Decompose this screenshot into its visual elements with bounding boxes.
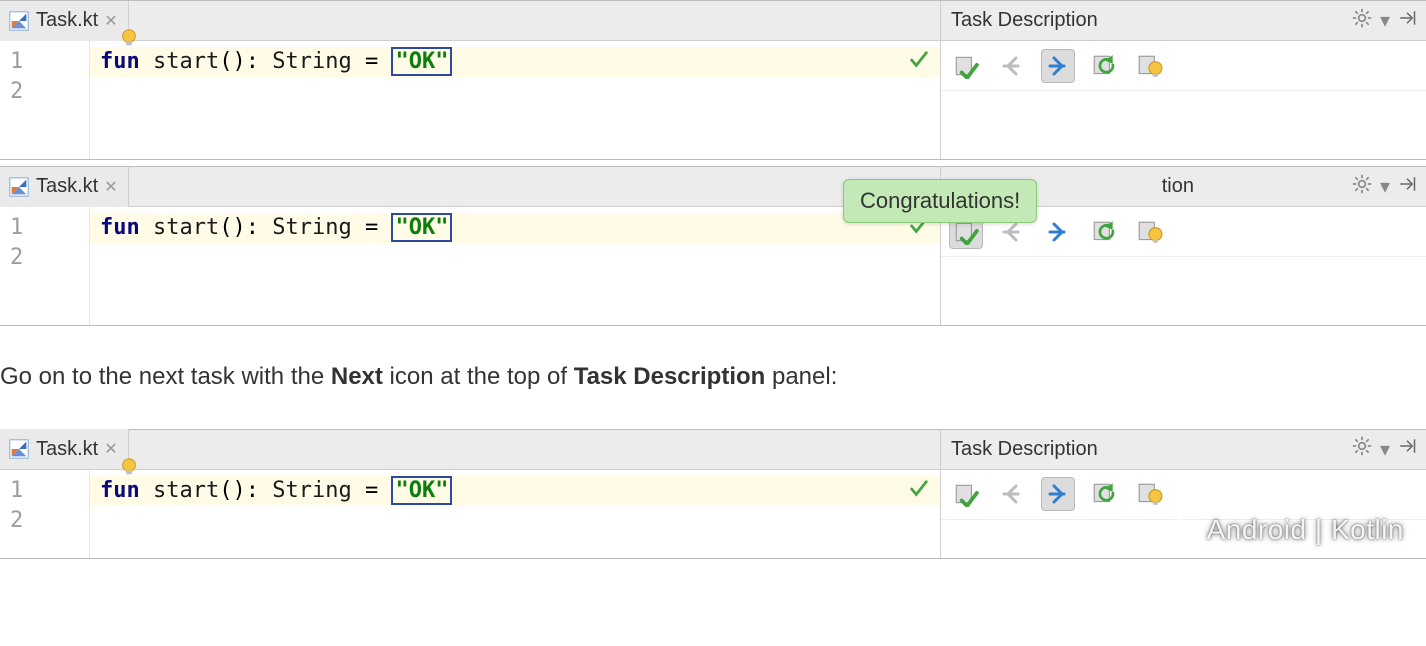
congratulations-tooltip: Congratulations!: [843, 179, 1037, 223]
kotlin-file-icon: [8, 10, 30, 32]
intention-bulb-icon[interactable]: [118, 456, 140, 478]
close-tab-icon[interactable]: ✕: [104, 439, 117, 459]
panel-title: Task Description: [951, 9, 1344, 32]
editor-pane: Task.kt ✕ 1 2 fun start(): String = "OK": [0, 430, 941, 558]
code-line: [90, 243, 940, 273]
prev-task-button[interactable]: [995, 49, 1029, 83]
chevron-down-icon[interactable]: ▾: [1380, 8, 1390, 33]
prev-task-button[interactable]: [995, 477, 1029, 511]
editor-area[interactable]: 1 2 fun start(): String = "OK": [0, 470, 940, 558]
close-tab-icon[interactable]: ✕: [104, 177, 117, 197]
tab-bar: Task.kt ✕: [0, 167, 940, 207]
ide-block-1: Task.kt ✕ 1 2 fun start(): String = "OK": [0, 0, 1426, 160]
check-task-button[interactable]: [949, 477, 983, 511]
task-toolbar: [941, 41, 1426, 91]
code-line: fun start(): String = "OK": [90, 47, 940, 77]
status-check-icon: [908, 49, 930, 77]
tab-filename: Task.kt: [36, 9, 98, 32]
gear-icon[interactable]: [1352, 436, 1372, 462]
task-description-panel: Task Description ▾: [941, 1, 1426, 159]
status-check-icon: [908, 478, 930, 506]
kotlin-file-icon: [8, 176, 30, 198]
collapse-icon[interactable]: [1398, 437, 1416, 461]
reset-task-button[interactable]: [1087, 477, 1121, 511]
tab-filename: Task.kt: [36, 175, 98, 198]
file-tab[interactable]: Task.kt ✕: [0, 167, 129, 207]
tab-bar: Task.kt ✕: [0, 430, 940, 470]
ide-block-2: Task.kt ✕ 1 2 fun start(): String = "OK"…: [0, 166, 1426, 326]
next-task-button[interactable]: [1041, 49, 1075, 83]
ide-block-3: Task.kt ✕ 1 2 fun start(): String = "OK": [0, 429, 1426, 559]
line-number: 1: [0, 213, 89, 243]
task-description-header: Task Description ▾: [941, 1, 1426, 41]
hint-button[interactable]: [1133, 215, 1167, 249]
close-tab-icon[interactable]: ✕: [104, 11, 117, 31]
code-line: [90, 77, 940, 107]
line-gutter: 1 2: [0, 470, 90, 558]
tab-bar: Task.kt ✕: [0, 1, 940, 41]
gear-icon[interactable]: [1352, 8, 1372, 34]
code-line: fun start(): String = "OK": [90, 213, 940, 243]
panel-title: Task Description: [951, 438, 1344, 461]
line-number: 2: [0, 506, 89, 536]
line-number: 2: [0, 77, 89, 107]
intention-bulb-icon[interactable]: [118, 27, 140, 49]
collapse-icon[interactable]: [1398, 9, 1416, 33]
file-tab[interactable]: Task.kt ✕: [0, 429, 129, 469]
editor-area[interactable]: 1 2 fun start(): String = "OK": [0, 41, 940, 159]
hint-button[interactable]: [1133, 49, 1167, 83]
gear-icon[interactable]: [1352, 174, 1372, 200]
next-task-button[interactable]: [1041, 477, 1075, 511]
line-number: 1: [0, 476, 89, 506]
editor-area[interactable]: 1 2 fun start(): String = "OK": [0, 207, 940, 325]
line-gutter: 1 2: [0, 207, 90, 325]
line-gutter: 1 2: [0, 41, 90, 159]
reset-task-button[interactable]: [1087, 215, 1121, 249]
editor-pane: Task.kt ✕ 1 2 fun start(): String = "OK": [0, 1, 941, 159]
code-line: fun start(): String = "OK": [90, 476, 940, 506]
line-number: 2: [0, 243, 89, 273]
check-task-button[interactable]: [949, 49, 983, 83]
code-content[interactable]: fun start(): String = "OK": [90, 470, 940, 558]
code-line: [90, 506, 940, 536]
task-description-header: Task Description ▾: [941, 430, 1426, 470]
instruction-text: Go on to the next task with the Next ico…: [0, 326, 1426, 429]
chevron-down-icon[interactable]: ▾: [1380, 437, 1390, 462]
file-tab[interactable]: Task.kt ✕: [0, 1, 129, 41]
editor-pane: Task.kt ✕ 1 2 fun start(): String = "OK": [0, 167, 941, 325]
hint-button[interactable]: [1133, 477, 1167, 511]
line-number: 1: [0, 47, 89, 77]
watermark: Android | Kotlin: [1165, 514, 1404, 546]
tab-filename: Task.kt: [36, 438, 98, 461]
task-toolbar: [941, 470, 1426, 520]
code-content[interactable]: fun start(): String = "OK": [90, 41, 940, 159]
code-content[interactable]: fun start(): String = "OK": [90, 207, 940, 325]
chevron-down-icon[interactable]: ▾: [1380, 174, 1390, 199]
collapse-icon[interactable]: [1398, 175, 1416, 199]
kotlin-file-icon: [8, 438, 30, 460]
next-task-button[interactable]: [1041, 215, 1075, 249]
reset-task-button[interactable]: [1087, 49, 1121, 83]
